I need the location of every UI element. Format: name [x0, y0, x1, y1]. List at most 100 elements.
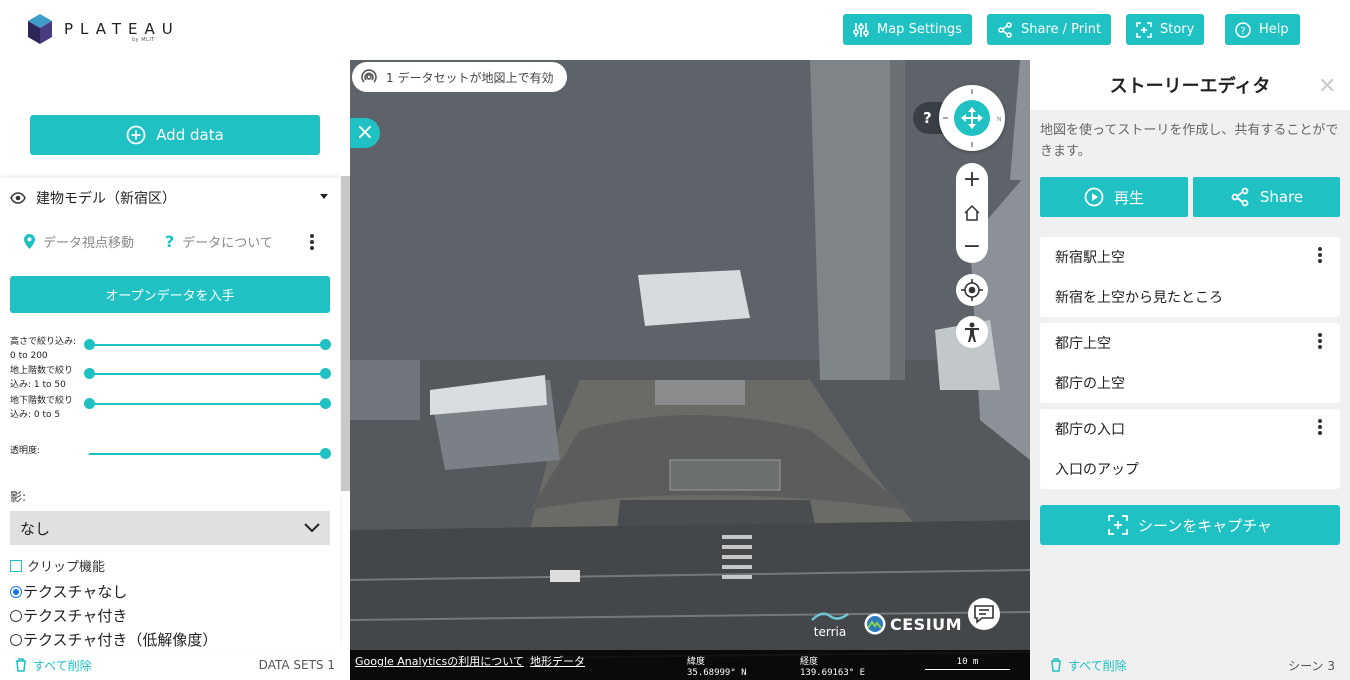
pedestrian-mode-button[interactable] — [956, 316, 988, 348]
height-max-handle[interactable] — [320, 339, 331, 350]
map-viewport[interactable]: 1 データセットが地図上で有効 × ? N + − terria CESIUM — [350, 60, 1030, 680]
capture-icon — [1136, 21, 1152, 38]
home-icon[interactable] — [963, 204, 981, 222]
zoom-to-data-label: データ視点移動 — [43, 236, 135, 251]
my-location-button[interactable] — [956, 274, 988, 306]
scene-description: 新宿を上空から見たところ — [1055, 290, 1223, 306]
shadow-select[interactable]: なし — [10, 511, 330, 545]
compass-control[interactable]: N — [939, 85, 1005, 151]
story-editor-title: ストーリーエディタ — [1109, 76, 1271, 97]
dataset-count: DATA SETS 1 — [258, 658, 335, 672]
aerial-3d-scene[interactable] — [350, 60, 1030, 680]
share-print-button[interactable]: Share / Print — [987, 14, 1112, 45]
help-button[interactable]: ? Help — [1225, 14, 1300, 45]
collapse-caret-icon[interactable] — [320, 194, 328, 199]
zoom-control: + − — [956, 163, 988, 263]
share-icon — [998, 21, 1012, 38]
opacity-slider[interactable] — [89, 448, 331, 459]
floors-filter-slider[interactable] — [84, 368, 331, 379]
active-datasets-pill[interactable]: 1 データセットが地図上で有効 — [352, 62, 568, 92]
story-label: Story — [1160, 22, 1195, 37]
floors-max-handle[interactable] — [320, 368, 331, 379]
add-data-button[interactable]: Add data — [30, 115, 320, 155]
eye-icon[interactable] — [10, 192, 26, 204]
dataset-menu-icon[interactable] — [310, 234, 314, 252]
scene-menu-icon[interactable] — [1318, 333, 1322, 351]
move-arrows-icon[interactable] — [954, 100, 990, 136]
height-filter-label: 高さで絞り込み: 0 to 200 — [10, 335, 76, 363]
get-open-data-button[interactable]: オープンデータを入手 — [10, 276, 330, 313]
dataset-header[interactable]: 建物モデル（新宿区） — [10, 188, 176, 208]
capture-scene-label: シーンをキャプチャ — [1137, 516, 1273, 535]
help-circle-icon: ? — [1235, 21, 1251, 38]
texture-option-with[interactable]: テクスチャ付き — [10, 605, 127, 626]
story-scene[interactable]: 都庁の入口 入口のアップ — [1040, 409, 1340, 489]
height-min-handle[interactable] — [84, 339, 95, 350]
collapse-workbench-button[interactable]: × — [350, 118, 380, 148]
close-icon: × — [355, 120, 375, 145]
shadow-label: 影: — [10, 490, 27, 504]
zoom-in-button[interactable]: + — [963, 167, 981, 192]
story-button[interactable]: Story — [1126, 14, 1205, 45]
capture-scene-button[interactable]: シーンをキャプチャ — [1040, 505, 1340, 545]
close-icon[interactable]: ✕ — [1318, 74, 1336, 99]
sliders-icon — [853, 22, 869, 37]
texture-option-low-res[interactable]: テクスチャ付き（低解像度） — [10, 629, 217, 650]
basement-min-handle[interactable] — [84, 398, 95, 409]
plateau-logo[interactable]: PLATEAU — [28, 14, 180, 44]
terria-wave-icon — [811, 612, 849, 621]
checkbox-icon[interactable] — [10, 559, 22, 572]
terrain-data-link[interactable]: 地形データ — [530, 653, 585, 669]
story-scene[interactable]: 都庁上空 都庁の上空 — [1040, 323, 1340, 403]
height-filter-range: 0 to 200 — [10, 351, 48, 361]
zoom-out-button[interactable]: − — [963, 234, 981, 259]
story-editor-panel: ストーリーエディタ ✕ 地図を使ってストーリを作成し、共有することができます。 … — [1030, 60, 1350, 680]
story-editor-header: ストーリーエディタ ✕ — [1030, 60, 1350, 110]
remove-all-datasets-button[interactable]: すべて削除 — [15, 657, 92, 674]
longitude-readout: 経度 139.69163° E — [800, 657, 865, 679]
capture-icon — [1108, 515, 1128, 535]
zoom-to-data-link[interactable]: データ視点移動 — [24, 232, 134, 251]
basement-filter-slider[interactable] — [84, 398, 331, 409]
cesium-logo[interactable]: CESIUM — [863, 612, 962, 636]
height-filter-slider[interactable] — [84, 339, 331, 350]
terria-logo[interactable]: terria — [810, 610, 850, 639]
dataset-card: 建物モデル（新宿区） データ視点移動 ? データについて オープンデータを入手 … — [0, 178, 340, 650]
share-print-label: Share / Print — [1021, 22, 1102, 37]
basement-filter-range: 込み: 0 to 5 — [10, 410, 61, 420]
clip-checkbox[interactable]: クリップ機能 — [10, 556, 105, 575]
active-datasets-text: 1 データセットが地図上で有効 — [386, 70, 554, 85]
opacity-label: 透明度: — [10, 446, 41, 456]
map-settings-label: Map Settings — [877, 22, 962, 37]
about-data-link[interactable]: ? データについて — [165, 232, 273, 251]
scene-menu-icon[interactable] — [1318, 419, 1322, 437]
play-circle-icon — [1084, 187, 1104, 207]
scene-menu-icon[interactable] — [1318, 247, 1322, 265]
radio-icon[interactable] — [10, 609, 22, 622]
radio-icon[interactable] — [10, 633, 22, 646]
story-scene[interactable]: 新宿駅上空 新宿を上空から見たところ — [1040, 237, 1340, 317]
about-data-label: データについて — [182, 236, 273, 251]
map-settings-button[interactable]: Map Settings — [843, 14, 972, 45]
texture-option-label: テクスチャ付き — [23, 607, 128, 625]
basement-max-handle[interactable] — [320, 398, 331, 409]
logo-text: PLATEAU — [64, 19, 180, 38]
trash-icon — [1051, 658, 1061, 672]
scene-title: 新宿駅上空 — [1055, 250, 1125, 266]
remove-all-scenes-label: すべて削除 — [1068, 658, 1127, 673]
analytics-link[interactable]: Google Analyticsの利用について — [355, 653, 524, 669]
remove-all-scenes-button[interactable]: すべて削除 — [1050, 657, 1127, 674]
play-story-button[interactable]: 再生 — [1040, 177, 1188, 217]
feedback-button[interactable] — [968, 598, 1000, 630]
radio-selected-icon[interactable] — [10, 585, 22, 598]
cesium-globe-icon — [864, 613, 886, 635]
texture-option-none[interactable]: テクスチャなし — [10, 581, 127, 602]
height-filter-text: 高さで絞り込み: — [10, 337, 77, 347]
share-story-button[interactable]: Share — [1193, 177, 1340, 217]
trash-icon — [16, 658, 26, 672]
latitude-value: 35.68999° N — [687, 668, 747, 678]
floors-min-handle[interactable] — [84, 368, 95, 379]
opacity-handle[interactable] — [320, 448, 331, 459]
svg-text:?: ? — [1240, 26, 1245, 37]
workbench-scrollbar[interactable] — [341, 176, 350, 491]
